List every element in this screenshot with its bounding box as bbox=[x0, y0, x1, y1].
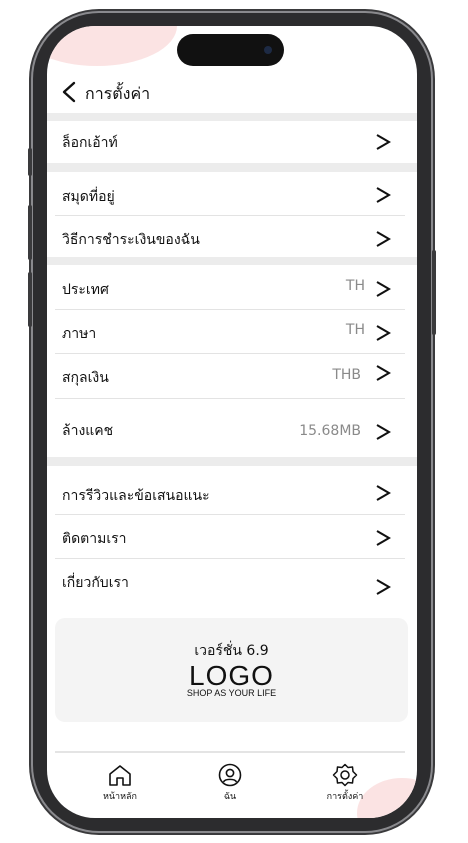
settings-row-logout[interactable]: ล็อกเอ้าท์ bbox=[55, 121, 405, 162]
settings-row-payment-methods[interactable]: วิธีการชำระเงินของฉัน bbox=[55, 216, 405, 257]
power-button bbox=[432, 250, 436, 335]
row-label: ประเทศ bbox=[62, 282, 109, 298]
chevron-right-icon bbox=[376, 231, 391, 247]
tab-label: หน้าหลัก bbox=[102, 792, 138, 802]
row-label: ล็อกเอ้าท์ bbox=[62, 135, 118, 151]
dynamic-island bbox=[177, 34, 284, 66]
chevron-right-icon bbox=[376, 530, 391, 546]
chevron-right-icon bbox=[376, 365, 391, 381]
settings-row-language[interactable]: ภาษา TH bbox=[55, 310, 405, 354]
row-label: สมุดที่อยู่ bbox=[62, 189, 115, 205]
decorative-blob bbox=[47, 26, 177, 66]
bottom-tab-bar: หน้าหลัก ฉัน การตั้งค่า bbox=[55, 751, 405, 815]
tab-label: ฉัน bbox=[223, 792, 237, 802]
page-title: การตั้งค่า bbox=[85, 84, 151, 103]
screen: การตั้งค่า ล็อกเอ้าท์ สมุดที่อยู่ วิธีกา… bbox=[47, 26, 417, 818]
row-label: ภาษา bbox=[62, 326, 97, 342]
version-card: เวอร์ชั่น 6.9 LOGO SHOP AS YOUR LIFE bbox=[55, 618, 408, 722]
page-header: การตั้งค่า bbox=[47, 76, 417, 110]
tab-settings[interactable]: การตั้งค่า bbox=[300, 763, 390, 803]
row-label: เกี่ยวกับเรา bbox=[62, 575, 129, 591]
tab-label: การตั้งค่า bbox=[326, 792, 364, 802]
chevron-right-icon bbox=[376, 281, 391, 297]
volume-up-button bbox=[28, 205, 32, 260]
row-label: วิธีการชำระเงินของฉัน bbox=[62, 232, 200, 248]
chevron-right-icon bbox=[376, 187, 391, 203]
section-divider bbox=[47, 163, 417, 172]
section-divider bbox=[47, 457, 417, 466]
row-value: 15.68MB bbox=[299, 423, 361, 439]
tab-me[interactable]: ฉัน bbox=[185, 763, 275, 803]
settings-row-address-book[interactable]: สมุดที่อยู่ bbox=[55, 172, 405, 216]
volume-down-button bbox=[28, 272, 32, 327]
chevron-right-icon bbox=[376, 485, 391, 501]
chevron-right-icon bbox=[376, 325, 391, 341]
row-value: TH bbox=[345, 322, 365, 338]
app-version: เวอร์ชั่น 6.9 bbox=[194, 643, 269, 659]
tab-home[interactable]: หน้าหลัก bbox=[75, 763, 165, 803]
chevron-right-icon bbox=[376, 424, 391, 440]
settings-row-currency[interactable]: สกุลเงิน THB bbox=[55, 354, 405, 399]
user-icon bbox=[218, 763, 242, 787]
chevron-left-icon[interactable] bbox=[59, 79, 81, 105]
row-label: การรีวิวและข้อเสนอแนะ bbox=[62, 488, 210, 504]
settings-row-follow-us[interactable]: ติดตามเรา bbox=[55, 515, 405, 559]
gear-icon bbox=[332, 763, 358, 787]
row-value: THB bbox=[332, 367, 361, 383]
settings-row-clear-cache[interactable]: ล้างแคช 15.68MB bbox=[55, 399, 405, 457]
chevron-right-icon bbox=[376, 134, 391, 150]
home-icon bbox=[109, 765, 131, 786]
row-label: สกุลเงิน bbox=[62, 370, 109, 386]
slogan: SHOP AS YOUR LIFE bbox=[186, 688, 277, 698]
row-label: ล้างแคช bbox=[62, 423, 114, 439]
row-label: ติดตามเรา bbox=[62, 531, 127, 547]
settings-row-about-us[interactable]: เกี่ยวกับเรา bbox=[55, 559, 405, 605]
camera-icon bbox=[264, 46, 272, 54]
row-value: TH bbox=[345, 278, 365, 294]
settings-row-reviews-feedback[interactable]: การรีวิวและข้อเสนอแนะ bbox=[55, 466, 405, 515]
section-divider bbox=[47, 113, 417, 121]
chevron-right-icon bbox=[376, 579, 391, 595]
section-divider bbox=[47, 257, 417, 265]
settings-row-country[interactable]: ประเทศ TH bbox=[55, 265, 405, 310]
mute-switch bbox=[28, 148, 32, 176]
